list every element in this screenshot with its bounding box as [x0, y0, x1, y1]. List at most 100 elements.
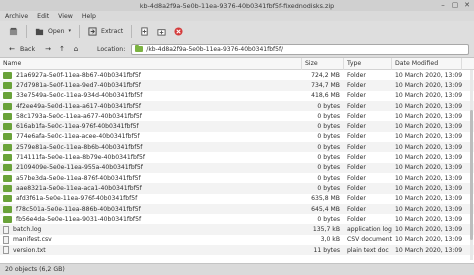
file-row[interactable]: 4f2ee49a-5e0d-11ea-a617-40b0341fbf5f 0 by…	[0, 100, 474, 112]
file-date: 10 March 2020, 13:09	[395, 215, 462, 223]
file-row[interactable]: 2109409e-5e0e-11ea-955a-40b0341fbf5f 0 by…	[0, 162, 474, 173]
file-name-cell: 2579e81a-5e0c-11ea-8b6b-40b0341fbf5f	[0, 143, 302, 151]
file-name-cell: aae8321a-5e0e-11ea-aca1-40b0341fbf5f	[0, 184, 302, 192]
column-header-type[interactable]: Type	[344, 58, 392, 70]
add-files-button[interactable]	[136, 24, 153, 38]
forward-button[interactable]: →	[41, 43, 55, 55]
file-name: 4f2ee49a-5e0d-11ea-a617-40b0341fbf5f	[16, 102, 141, 110]
column-header-date[interactable]: Date Modified	[392, 58, 462, 70]
file-type: Folder	[347, 154, 366, 162]
archive-icon	[9, 27, 18, 35]
file-name: a57be3da-5e0e-11ea-876f-40b0341fbf5f	[16, 174, 141, 182]
maximize-button[interactable]: ▢	[451, 1, 459, 9]
file-row[interactable]: afd3f61a-5e0e-11ea-976f-40b0341fbf5f 635,…	[0, 194, 474, 204]
file-row[interactable]: f78c501a-5e0e-11ea-886b-40b0341fbf5f 645,…	[0, 203, 474, 215]
folder-icon	[3, 102, 12, 110]
file-size: 724,2 MB	[311, 71, 340, 79]
file-row[interactable]: 33e7549a-5e0c-11ea-934d-40b0341fbf5f 418,…	[0, 91, 474, 101]
file-date: 10 March 2020, 13:09	[395, 195, 462, 203]
file-size: 0 bytes	[317, 215, 340, 223]
back-button[interactable]: ←	[5, 43, 19, 55]
up-button[interactable]: ↑	[55, 43, 69, 55]
file-name-cell: 27d7981a-5e0f-11ea-9ed7-40b0341fbf5f	[0, 81, 302, 89]
open-button[interactable]: Open ▾	[31, 24, 75, 38]
delete-icon	[174, 26, 183, 36]
file-type: Folder	[347, 112, 366, 120]
location-field[interactable]: /kb-4d8a2f9a-5e0b-11ea-9376-40b0341fbf5f…	[131, 43, 470, 55]
menu-help[interactable]: Help	[82, 13, 96, 20]
file-type: Folder	[347, 71, 366, 79]
file-row[interactable]: batch.log 135,7 kB application log 10 March…	[0, 224, 474, 235]
file-size: 11 bytes	[313, 246, 340, 254]
file-size: 0 bytes	[317, 164, 340, 172]
file-row[interactable]: manifest.csv 3,0 kB CSV document 10 March 2…	[0, 235, 474, 245]
scrollbar[interactable]	[470, 70, 473, 260]
file-name-cell: 616ab1fa-5e0c-11ea-976f-40b0341fbf5f	[0, 123, 302, 131]
file-date: 10 March 2020, 13:09	[395, 174, 462, 182]
file-size: 3,0 kB	[320, 236, 340, 244]
file-row[interactable]: 2579e81a-5e0c-11ea-8b6b-40b0341fbf5f 0 by…	[0, 142, 474, 153]
close-window-button[interactable]: ✕	[463, 1, 471, 9]
extract-button[interactable]: Extract	[84, 24, 127, 38]
file-name-cell: version.txt	[0, 246, 302, 255]
scroll-thumb[interactable]	[470, 110, 473, 240]
file-name: 2579e81a-5e0c-11ea-8b6b-40b0341fbf5f	[16, 143, 143, 151]
column-header-name[interactable]: Name	[0, 58, 302, 70]
minimize-button[interactable]: –	[439, 1, 447, 9]
file-type: Folder	[347, 184, 366, 192]
file-date: 10 March 2020, 13:09	[395, 123, 462, 131]
file-size: 734,7 MB	[311, 81, 340, 89]
toolbar-separator	[26, 24, 27, 38]
file-type: application log	[347, 226, 392, 234]
file-row[interactable]: aae8321a-5e0e-11ea-aca1-40b0341fbf5f 0 by…	[0, 183, 474, 194]
menu-view[interactable]: View	[58, 13, 73, 20]
folder-icon	[3, 164, 12, 172]
folder-icon	[3, 184, 12, 192]
open-label: Open	[48, 27, 65, 35]
file-row[interactable]: 21a6927a-5e0f-11ea-8b67-40b0341fbf5f 724,…	[0, 70, 474, 80]
file-row[interactable]: 58c1793a-5e0c-11ea-a677-40b0341fbf5f 0 by…	[0, 111, 474, 121]
add-folder-button[interactable]	[153, 24, 170, 38]
status-bar: 20 objects (6,2 GB)	[0, 263, 474, 275]
column-header-size[interactable]: Size	[302, 58, 344, 70]
file-type: Folder	[347, 205, 366, 213]
file-name-cell: 2109409e-5e0e-11ea-955a-40b0341fbf5f	[0, 164, 302, 172]
file-row[interactable]: fb56e4da-5e0e-11ea-9031-40b0341fbf5f 0 by…	[0, 214, 474, 224]
folder-icon	[3, 205, 12, 213]
extract-label: Extract	[101, 27, 124, 35]
file-date: 10 March 2020, 13:09	[395, 236, 462, 244]
file-row[interactable]: a57be3da-5e0e-11ea-876f-40b0341fbf5f 0 by…	[0, 173, 474, 183]
folder-icon	[3, 215, 12, 223]
file-row[interactable]: 27d7981a-5e0f-11ea-9ed7-40b0341fbf5f 734,…	[0, 80, 474, 91]
menu-edit[interactable]: Edit	[37, 13, 49, 20]
file-size: 0 bytes	[317, 123, 340, 131]
chevron-down-icon: ▾	[68, 28, 72, 34]
delete-button[interactable]	[170, 24, 187, 38]
file-name-cell: fb56e4da-5e0e-11ea-9031-40b0341fbf5f	[0, 215, 302, 223]
file-size: 0 bytes	[317, 143, 340, 151]
file-row[interactable]: version.txt 11 bytes plain text doc 10 Marc…	[0, 245, 474, 256]
file-name-cell: f78c501a-5e0e-11ea-886b-40b0341fbf5f	[0, 205, 302, 213]
file-type: CSV document	[347, 236, 392, 244]
file-name: 714111fa-5e0e-11ea-8b79e-40b0341fbf5f	[16, 154, 145, 162]
file-name: afd3f61a-5e0e-11ea-976f-40b0341fbf5f	[16, 195, 138, 203]
file-row[interactable]: 616ab1fa-5e0c-11ea-976f-40b0341fbf5f 0 by…	[0, 121, 474, 132]
folder-icon	[3, 123, 12, 131]
file-row[interactable]: 714111fa-5e0e-11ea-8b79e-40b0341fbf5f 0 b…	[0, 152, 474, 162]
file-name: 27d7981a-5e0f-11ea-9ed7-40b0341fbf5f	[16, 81, 141, 89]
file-date: 10 March 2020, 13:09	[395, 246, 462, 254]
folder-icon	[3, 92, 12, 100]
file-type: Folder	[347, 174, 366, 182]
extract-icon	[88, 26, 97, 36]
folder-icon	[3, 174, 12, 182]
menu-archive[interactable]: Archive	[5, 13, 28, 20]
home-button[interactable]: ⌂	[69, 43, 83, 55]
file-list: Name Size Type Date Modified 21a6927a-5e…	[0, 58, 474, 263]
new-archive-button[interactable]	[5, 24, 22, 38]
file-row[interactable]: 774e6afa-5e0c-11ea-acee-40b0341fbf5f 0 by…	[0, 132, 474, 142]
file-name-cell: 33e7549a-5e0c-11ea-934d-40b0341fbf5f	[0, 92, 302, 100]
file-name: aae8321a-5e0e-11ea-aca1-40b0341fbf5f	[16, 184, 142, 192]
file-name-cell: 58c1793a-5e0c-11ea-a677-40b0341fbf5f	[0, 112, 302, 120]
file-type: Folder	[347, 215, 366, 223]
file-type: Folder	[347, 81, 366, 89]
